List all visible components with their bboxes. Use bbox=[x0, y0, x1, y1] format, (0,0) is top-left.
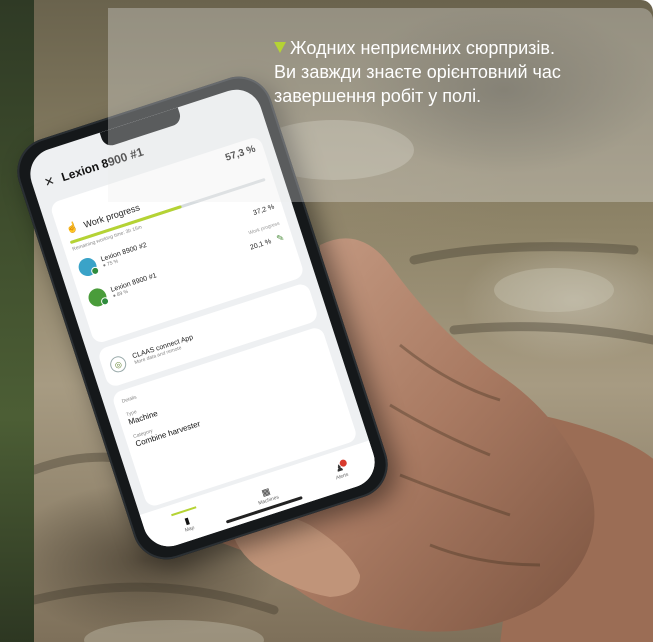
machine-status-icon bbox=[76, 255, 99, 279]
caption-line-3: завершення робіт у полі. bbox=[274, 86, 482, 106]
triangle-marker-icon bbox=[274, 42, 286, 53]
tab-machines[interactable]: ▦ Machines bbox=[254, 483, 279, 506]
edit-icon[interactable]: ✎ bbox=[275, 232, 286, 245]
machine-percent: 20,1 % bbox=[249, 237, 273, 252]
caption-line-2: Ви завжди знаєте орієнтовний час bbox=[274, 62, 561, 82]
notification-badge bbox=[338, 458, 348, 468]
hand-pointer-icon: ☝ bbox=[64, 221, 80, 236]
caption-line-1-text: Жодних неприємних сюрпризів. bbox=[290, 38, 555, 58]
photo-stage: ✕ Lexion 8900 #1 57,3 % ☝ Work progress … bbox=[0, 0, 653, 642]
machine-status-icon bbox=[86, 286, 109, 309]
caption-line-1: Жодних неприємних сюрпризів. bbox=[274, 36, 634, 60]
tab-map-label: Map bbox=[184, 524, 196, 534]
tab-alerts[interactable]: ♟ Alerts bbox=[332, 458, 349, 481]
connect-app-icon: ◎ bbox=[108, 354, 129, 375]
caption-text: Жодних неприємних сюрпризів. Ви завжди з… bbox=[274, 36, 634, 108]
close-icon[interactable]: ✕ bbox=[42, 173, 56, 189]
machine-percent: 37,2 % bbox=[252, 203, 276, 217]
tab-map[interactable]: ▮ Map bbox=[171, 506, 203, 536]
left-edge-foliage bbox=[0, 0, 34, 642]
